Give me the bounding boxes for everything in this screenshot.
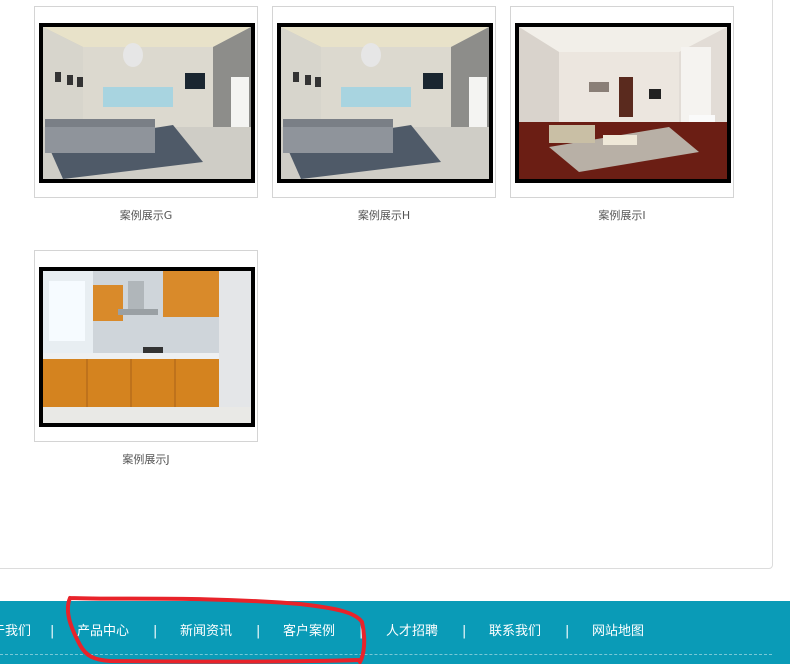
case-item-j[interactable]: 案例展示J xyxy=(34,250,258,467)
footer-separator: | xyxy=(565,624,570,639)
footer-separator: | xyxy=(462,624,467,639)
case-caption[interactable]: 案例展示H xyxy=(272,207,496,223)
footer-link-about[interactable]: 于我们 xyxy=(0,624,31,640)
case-thumbnail-frame[interactable] xyxy=(34,6,258,198)
footer-separator: | xyxy=(359,624,364,639)
case-thumbnail-frame[interactable] xyxy=(272,6,496,198)
case-item-i[interactable]: 案例展示I xyxy=(510,6,734,223)
case-item-g[interactable]: 案例展示G xyxy=(34,6,258,223)
footer-separator: | xyxy=(50,624,55,639)
footer-link-sitemap[interactable]: 网站地图 xyxy=(592,624,644,640)
footer-dashed-divider xyxy=(0,654,772,655)
footer-link-cases[interactable]: 客户案例 xyxy=(283,624,335,640)
footer-separator: | xyxy=(256,624,261,639)
case-photo-living-room[interactable] xyxy=(39,23,255,183)
case-thumbnail-frame[interactable] xyxy=(34,250,258,442)
case-caption[interactable]: 案例展示I xyxy=(510,207,734,223)
case-photo-living-room-warm[interactable] xyxy=(515,23,731,183)
case-thumbnail-frame[interactable] xyxy=(510,6,734,198)
footer-link-products[interactable]: 产品中心 xyxy=(77,624,129,640)
case-photo-kitchen[interactable] xyxy=(39,267,255,427)
case-photo-living-room[interactable] xyxy=(277,23,493,183)
case-item-h[interactable]: 案例展示H xyxy=(272,6,496,223)
footer-link-jobs[interactable]: 人才招聘 xyxy=(386,624,438,640)
footer-nav-bar: 于我们 | 产品中心 | 新闻资讯 | 客户案例 | 人才招聘 | 联系我们 |… xyxy=(0,601,790,664)
footer-link-news[interactable]: 新闻资讯 xyxy=(180,624,232,640)
case-caption[interactable]: 案例展示J xyxy=(34,451,258,467)
case-caption[interactable]: 案例展示G xyxy=(34,207,258,223)
footer-separator: | xyxy=(153,624,158,639)
footer-link-contact[interactable]: 联系我们 xyxy=(489,624,541,640)
